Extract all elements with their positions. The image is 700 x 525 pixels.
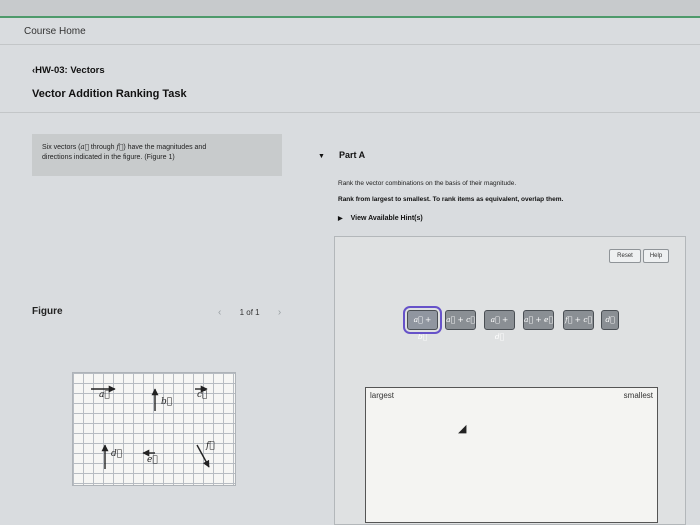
- part-title: Part A: [338, 150, 366, 160]
- vector-f-label: f⃗: [206, 441, 215, 451]
- divider: [0, 112, 700, 113]
- figure-title: Figure: [32, 306, 63, 317]
- help-button[interactable]: Help: [643, 249, 669, 263]
- tile-a-plus-c[interactable]: a⃗ + c⃗: [445, 310, 476, 330]
- page-title: Vector Addition Ranking Task: [32, 88, 187, 100]
- vector-a-symbol: a⃗: [80, 143, 89, 151]
- vector-arrows: [91, 385, 210, 469]
- tile-a-plus-d[interactable]: a⃗ + d⃗: [484, 310, 515, 341]
- caret-right-icon: ▶: [338, 216, 343, 222]
- reset-button[interactable]: Reset: [609, 249, 641, 263]
- part-a-header[interactable]: ▼ Part A: [318, 150, 365, 160]
- figure-pager: ‹ 1 of 1 ›: [210, 307, 289, 318]
- breadcrumb[interactable]: ‹HW-03: Vectors: [32, 65, 105, 76]
- vector-e-label: e⃗: [147, 455, 158, 465]
- vector-c-label: c⃗: [197, 390, 208, 400]
- chevron-right-icon[interactable]: ›: [278, 307, 281, 318]
- tile-a-plus-b[interactable]: a⃗ + b⃗: [403, 306, 442, 341]
- vector-d-label: d⃗: [111, 449, 123, 459]
- caret-down-icon: ▼: [318, 153, 325, 160]
- vector-figure: a⃗ b⃗ c⃗ d⃗ e⃗ f⃗: [72, 372, 236, 486]
- ranking-drop-zone[interactable]: largest smallest ◢: [365, 387, 658, 523]
- problem-intro: Six vectors (a⃗ through f⃗) have the mag…: [32, 134, 282, 176]
- top-bar: [0, 0, 700, 18]
- smallest-label: smallest: [623, 391, 653, 400]
- intro-text: ) have the magnitudes and: [123, 144, 207, 151]
- answer-panel: Reset Help a⃗ + b⃗ a⃗ + c⃗ a⃗ + d⃗ a⃗ + …: [334, 236, 686, 525]
- intro-figure-link[interactable]: directions indicated in the figure. (Fig…: [42, 154, 175, 161]
- intro-text: Six vectors (: [42, 144, 81, 151]
- divider: [0, 44, 700, 45]
- view-hints-toggle[interactable]: ▶ View Available Hint(s): [338, 215, 423, 222]
- figure-page-indicator: 1 of 1: [239, 308, 260, 317]
- course-home-link[interactable]: Course Home: [24, 26, 86, 37]
- chevron-left-icon[interactable]: ‹: [218, 307, 221, 318]
- view-hints-label: View Available Hint(s): [350, 215, 423, 222]
- mouse-cursor-icon: ◢: [458, 423, 467, 435]
- intro-text: through: [88, 144, 117, 151]
- tile-a-plus-e[interactable]: a⃗ + e⃗: [523, 310, 554, 330]
- vector-b-label: b⃗: [161, 397, 173, 407]
- ranking-instruction-bold: Rank from largest to smallest. To rank i…: [338, 196, 564, 203]
- tile-f-plus-c[interactable]: f⃗ + c⃗: [563, 310, 594, 330]
- tile-d[interactable]: d⃗: [601, 310, 619, 330]
- vector-a-label: a⃗: [99, 390, 110, 400]
- largest-label: largest: [370, 391, 395, 400]
- ranking-instruction: Rank the vector combinations on the basi…: [338, 180, 517, 187]
